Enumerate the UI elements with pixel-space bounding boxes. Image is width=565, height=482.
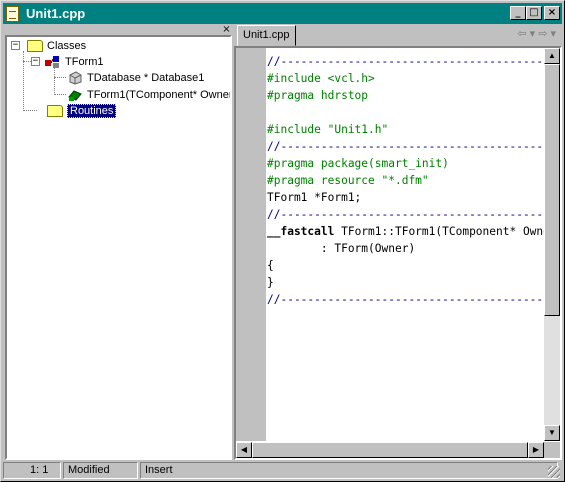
code-line[interactable]: #pragma package(smart_init): [267, 155, 545, 172]
editor-pane: Unit1.cpp ⇦ ▾ ⇨ ▾ //--------------------…: [234, 24, 562, 460]
class-explorer[interactable]: − Classes − TForm1 TDatabase * Database1…: [5, 35, 232, 460]
scroll-up-button[interactable]: ▲: [544, 48, 560, 64]
tree-node-label: TForm1: [65, 55, 104, 68]
browse-navigation[interactable]: ⇦ ▾ ⇨ ▾: [517, 27, 556, 40]
code-line[interactable]: }: [267, 274, 545, 291]
vertical-scrollbar[interactable]: ▲ ▼: [544, 48, 560, 441]
code-line[interactable]: {: [267, 257, 545, 274]
keyword: __fastcall: [267, 225, 335, 238]
class-icon: [45, 55, 59, 68]
scroll-corner: [544, 442, 560, 458]
code-line[interactable]: //--------------------------------------…: [267, 206, 545, 223]
expand-tform1-toggle[interactable]: −: [31, 57, 40, 66]
status-bar: 1: 1 Modified Insert: [3, 462, 562, 480]
resize-grip[interactable]: [548, 466, 560, 478]
code-editor[interactable]: //--------------------------------------…: [234, 46, 562, 460]
tree-node-label: Classes: [47, 39, 87, 52]
scroll-left-button[interactable]: ◀: [236, 442, 252, 458]
tree-node-label: Routines: [67, 103, 117, 118]
code-line[interactable]: : TForm(Owner): [267, 240, 545, 257]
code-line[interactable]: #include "Unit1.h": [267, 121, 545, 138]
tree-node-constructor[interactable]: TForm1(TComponent* Owner): [68, 87, 232, 102]
code-line[interactable]: //--------------------------------------…: [267, 53, 545, 70]
vertical-scroll-thumb[interactable]: [544, 64, 560, 316]
code-line[interactable]: __fastcall TForm1::TForm1(TComponent* Ow…: [267, 223, 545, 240]
code-line[interactable]: TForm1 *Form1;: [267, 189, 545, 206]
horizontal-scroll-thumb[interactable]: [252, 442, 528, 458]
code-text: TForm1::TForm1(TComponent* Owner): [334, 225, 545, 238]
code-line[interactable]: //--------------------------------------…: [267, 138, 545, 155]
field-icon: [69, 70, 82, 85]
tab-unit1-cpp[interactable]: Unit1.cpp: [237, 25, 296, 46]
tree-node-label: TDatabase * Database1: [87, 71, 205, 84]
expand-classes-toggle[interactable]: −: [11, 41, 20, 50]
modified-indicator: Modified: [63, 462, 138, 479]
tree-line: [54, 77, 66, 78]
close-button[interactable]: ×: [544, 6, 560, 20]
folder-icon: [47, 104, 63, 117]
tree-node-database1[interactable]: TDatabase * Database1: [68, 70, 204, 85]
tree-node-tform1[interactable]: TForm1: [44, 54, 104, 69]
code-line[interactable]: #pragma resource "*.dfm": [267, 172, 545, 189]
close-explorer-icon[interactable]: ×: [221, 25, 232, 35]
scroll-down-button[interactable]: ▼: [544, 425, 560, 441]
horizontal-scrollbar[interactable]: ◀ ▶: [236, 442, 544, 458]
code-area[interactable]: //--------------------------------------…: [267, 53, 545, 443]
tree-line: [54, 94, 66, 95]
tree-node-label: TForm1(TComponent* Owner): [87, 88, 232, 101]
tree-node-classes[interactable]: Classes: [27, 38, 86, 53]
code-line[interactable]: #pragma hdrstop: [267, 87, 545, 104]
class-tree: − Classes − TForm1 TDatabase * Database1…: [7, 37, 230, 458]
tree-line: [23, 110, 37, 111]
title-bar[interactable]: Unit1.cpp _ □ ×: [3, 3, 562, 24]
insert-mode-indicator: Insert: [140, 462, 558, 479]
tree-line: [23, 51, 24, 111]
maximize-button[interactable]: □: [526, 6, 542, 20]
folder-icon: [27, 39, 43, 52]
minimize-button[interactable]: _: [510, 6, 526, 20]
cursor-position: 1: 1: [3, 462, 61, 479]
scroll-right-button[interactable]: ▶: [528, 442, 544, 458]
code-line[interactable]: [267, 104, 545, 121]
editor-tabs: Unit1.cpp ⇦ ▾ ⇨ ▾: [234, 24, 562, 46]
tree-node-routines[interactable]: Routines: [47, 103, 117, 118]
editor-window: Unit1.cpp _ □ × × − Classes − TForm1 TDa…: [0, 0, 565, 482]
window-title: Unit1.cpp: [26, 6, 86, 21]
tree-line: [54, 65, 55, 95]
editor-gutter[interactable]: [236, 48, 266, 441]
method-icon: [68, 89, 82, 101]
code-line[interactable]: #include <vcl.h>: [267, 70, 545, 87]
file-icon: [6, 5, 19, 22]
code-line[interactable]: //--------------------------------------…: [267, 291, 545, 308]
